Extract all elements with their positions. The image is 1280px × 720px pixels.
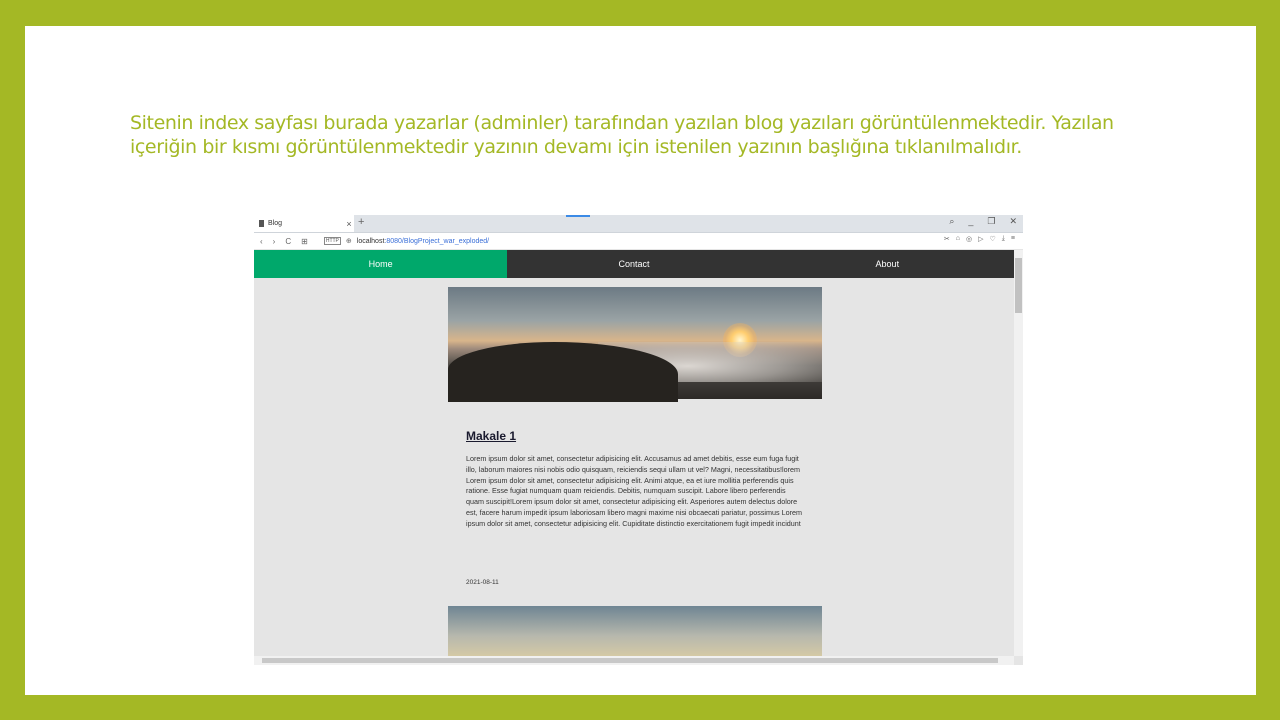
extension-icon[interactable]: ◎	[966, 235, 972, 243]
apps-icon[interactable]: ⊞	[301, 237, 308, 246]
camera-icon[interactable]: ⌂	[956, 235, 960, 243]
url-host: localhost	[356, 237, 385, 245]
vertical-scroll-thumb[interactable]	[1015, 258, 1022, 313]
post-title-link[interactable]: Makale 1	[466, 429, 516, 443]
nav-about[interactable]: About	[761, 250, 1014, 278]
vertical-scrollbar[interactable]	[1014, 250, 1023, 656]
document-icon	[259, 220, 264, 227]
next-post-image	[448, 606, 822, 656]
hill-graphic	[448, 342, 678, 402]
slide-background: Sitenin index sayfası burada yazarlar (a…	[25, 26, 1256, 695]
post-excerpt: Lorem ipsum dolor sit amet, consectetur …	[466, 454, 802, 528]
forward-icon[interactable]: ›	[273, 237, 276, 246]
browser-screenshot: Blog × + ⌕ _ ❐ ✕ ‹ › C ⊞ HTTP ⊕ localhos…	[254, 215, 1023, 665]
minimize-button[interactable]: _	[968, 216, 973, 227]
close-window-button[interactable]: ✕	[1009, 216, 1017, 227]
browser-titlebar: Blog × + ⌕ _ ❐ ✕	[254, 215, 1023, 233]
http-badge: HTTP	[323, 237, 341, 245]
download-icon[interactable]: ⤓	[1002, 235, 1005, 243]
window-controls: ⌕ _ ❐ ✕	[949, 216, 1017, 227]
favorite-icon[interactable]: ♡	[990, 235, 996, 243]
site-navbar: Home Contact About	[254, 250, 1014, 278]
restore-button[interactable]: ❐	[987, 216, 995, 227]
post-date: 2021-08-11	[466, 579, 499, 586]
play-icon[interactable]: ▷	[978, 235, 983, 243]
new-tab-button[interactable]: +	[358, 216, 364, 228]
browser-toolbar: ✂ ⌂ ◎ ▷ ♡ ⤓ ≡	[944, 235, 1015, 243]
tab-title: Blog	[268, 220, 283, 227]
page-content: Makale 1 Lorem ipsum dolor sit amet, con…	[254, 278, 1014, 656]
slide-caption: Sitenin index sayfası burada yazarlar (a…	[130, 112, 1114, 158]
nav-home[interactable]: Home	[254, 250, 508, 278]
nav-buttons: ‹ › C ⊞	[260, 237, 308, 246]
tab-close-icon[interactable]: ×	[344, 219, 354, 229]
reload-icon[interactable]: C	[285, 237, 291, 246]
post-hero-image	[448, 287, 822, 402]
browser-tab[interactable]: Blog ×	[254, 215, 354, 232]
address-bar: ‹ › C ⊞ HTTP ⊕ localhost:8080/BlogProjec…	[254, 233, 1023, 249]
nav-contact[interactable]: Contact	[507, 250, 760, 278]
horizontal-scrollbar[interactable]	[254, 656, 1014, 665]
search-icon[interactable]: ⌕	[949, 216, 954, 227]
menu-icon[interactable]: ≡	[1011, 235, 1015, 243]
globe-icon: ⊕	[345, 238, 352, 245]
back-icon[interactable]: ‹	[260, 237, 263, 246]
horizontal-scroll-thumb[interactable]	[262, 658, 998, 663]
url-path: :8080/BlogProject_war_exploded/	[384, 237, 490, 245]
url-text[interactable]: localhost:8080/BlogProject_war_exploded/	[357, 238, 489, 245]
cut-icon[interactable]: ✂	[944, 235, 950, 243]
url-field[interactable]: HTTP ⊕ localhost:8080/BlogProject_war_ex…	[323, 237, 489, 245]
tab-indicator	[566, 215, 590, 217]
